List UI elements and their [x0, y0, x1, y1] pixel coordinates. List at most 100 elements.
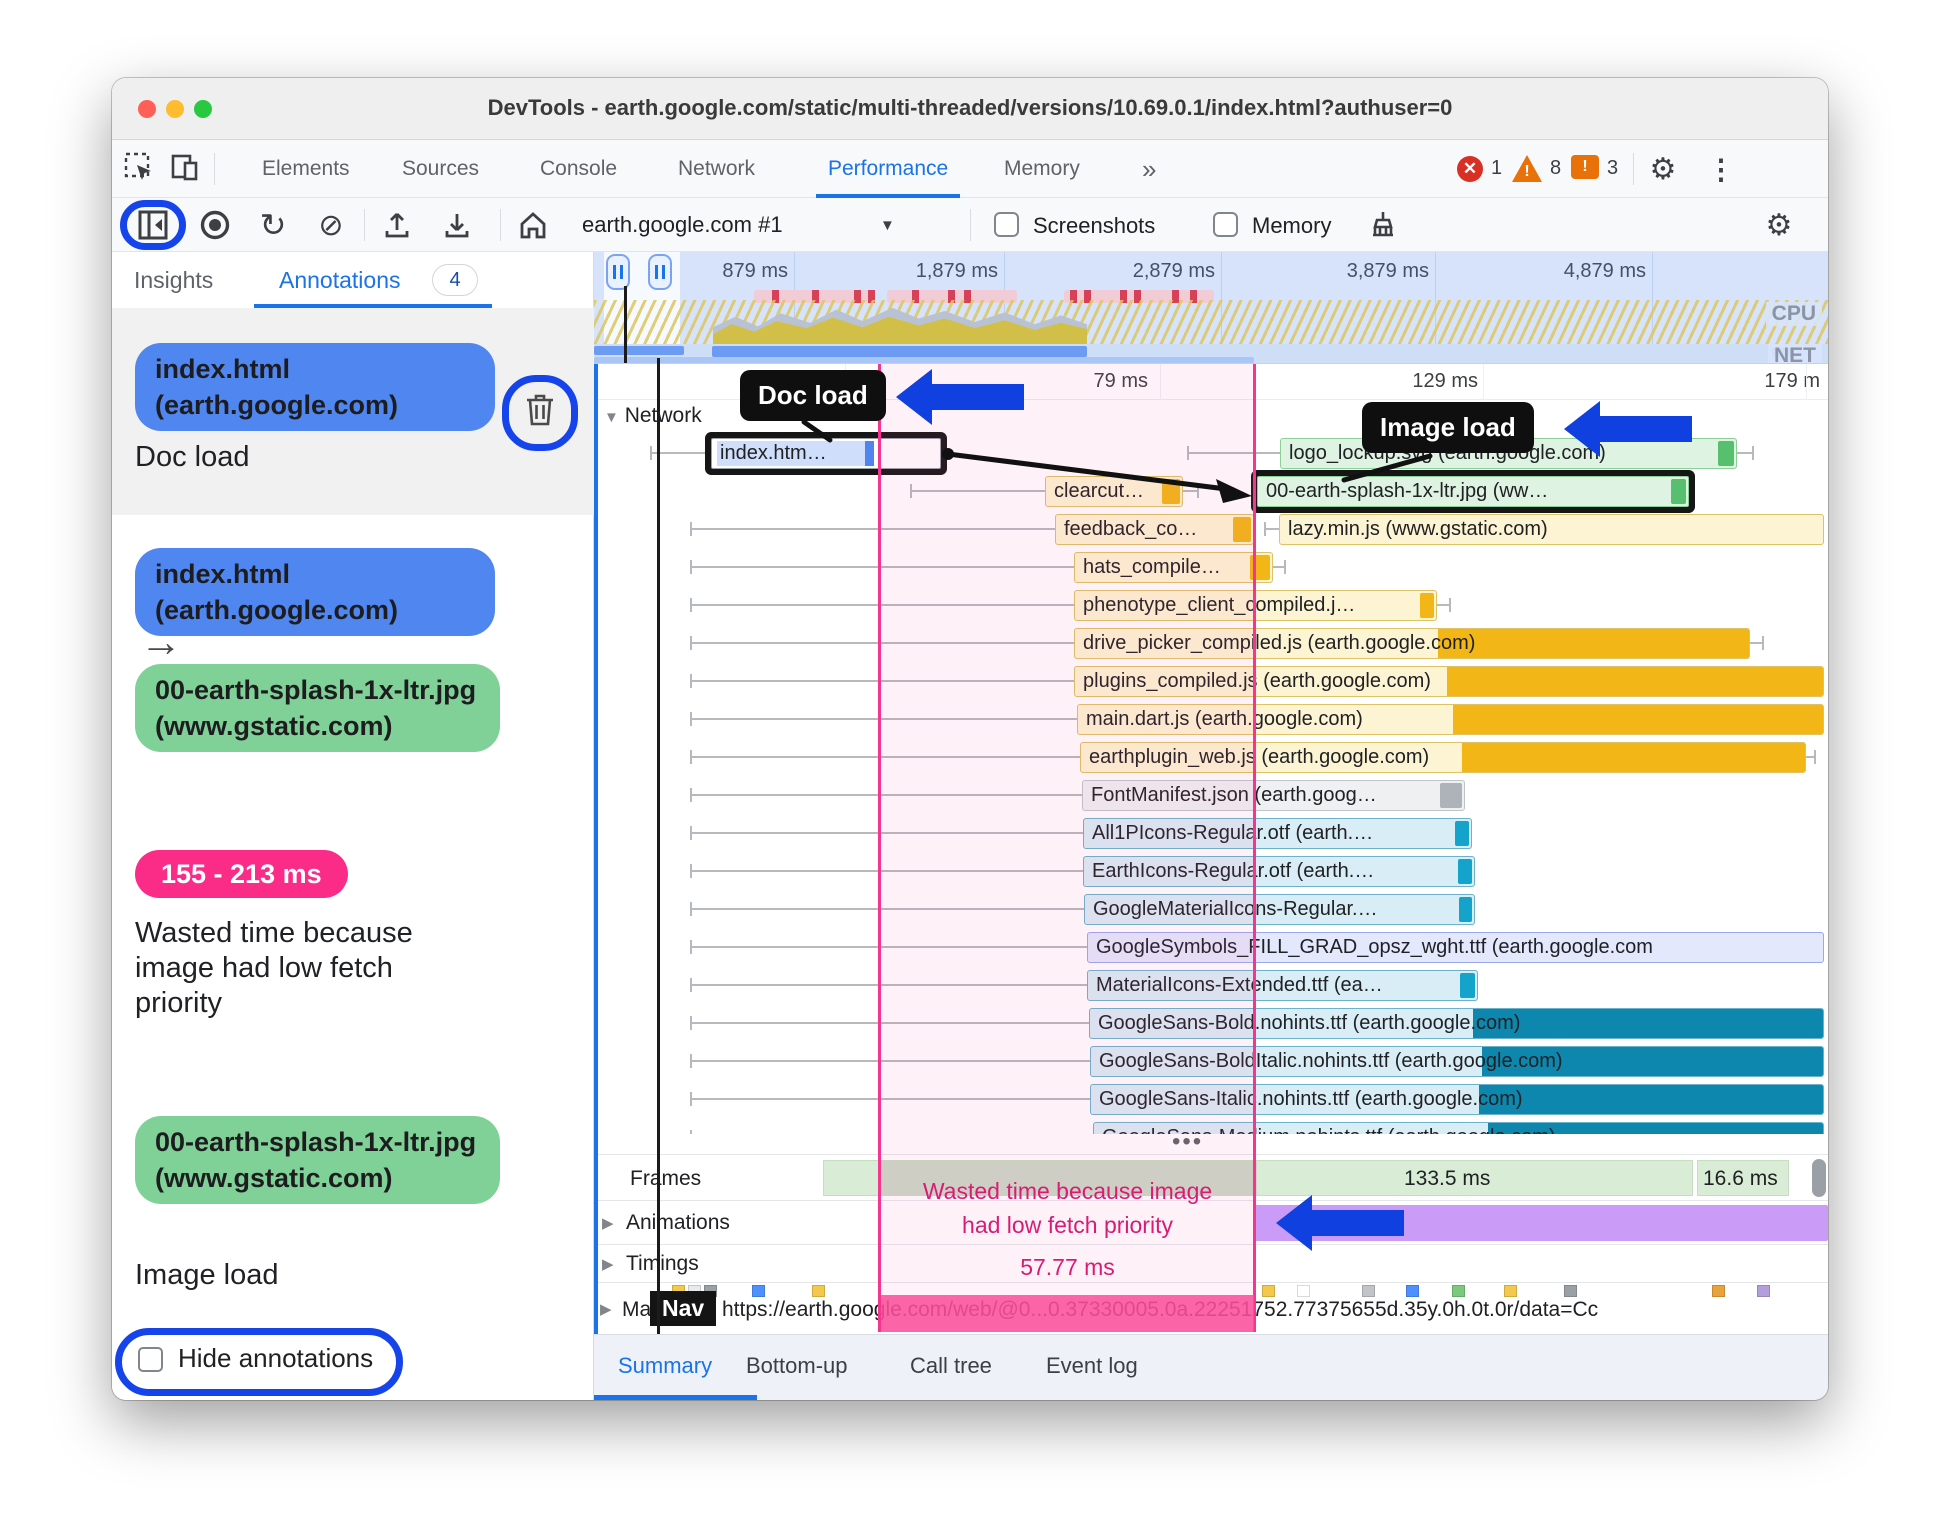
bottom-tab-event-log[interactable]: Event log [1046, 1335, 1138, 1397]
annotation-pill-index-html[interactable]: index.html (earth.google.com) [135, 343, 495, 431]
request-whisker-tick [1752, 446, 1754, 460]
wasted-time-region [881, 364, 1254, 1295]
window-title: DevTools - earth.google.com/static/multi… [487, 95, 1453, 120]
minimap-tick-label: 5,8 [1708, 260, 1828, 283]
image-load-callout: Image load [1362, 402, 1534, 453]
bottom-tab-bottom-up[interactable]: Bottom-up [746, 1335, 848, 1397]
warning-badge-icon[interactable]: ! [1512, 155, 1542, 182]
divider [214, 153, 215, 185]
tab-annotations[interactable]: Annotations [279, 252, 400, 308]
minimap-left-handle[interactable] [606, 254, 630, 290]
error-badge-icon[interactable]: ✕ [1457, 156, 1483, 182]
annotation-pill-time-range[interactable]: 155 - 213 ms [135, 850, 348, 898]
highlight-ring-hide-annotations [115, 1328, 403, 1396]
timeline-tick-label: 129 ms [1412, 370, 1478, 392]
frames-scrollbar[interactable] [1812, 1159, 1826, 1197]
settings-gear-icon[interactable]: ⚙ [1644, 150, 1682, 188]
garbage-collect-icon[interactable] [1364, 206, 1402, 244]
annotation-label-doc-load[interactable]: Doc load [135, 440, 249, 475]
tab-elements[interactable]: Elements [262, 140, 350, 198]
minimap-net-bar [594, 357, 1254, 363]
tab-console[interactable]: Console [540, 140, 617, 198]
doc-cap [865, 441, 874, 466]
request-whisker-tick [1449, 598, 1451, 612]
timings-label: Timings [626, 1252, 699, 1275]
annotation-pill-link-to[interactable]: 00-earth-splash-1x-ltr.jpg (www.gstatic.… [135, 664, 500, 752]
link-arrow-icon: → [140, 618, 182, 665]
request-whisker-tick [1762, 636, 1764, 650]
download-phase [1462, 743, 1805, 772]
screenshot-marker-chip [1406, 1285, 1419, 1297]
request-whisker-tick [690, 560, 692, 574]
request-whisker-tick [690, 674, 692, 688]
devtools-tab-bar: Elements Sources Console Network Performance… [112, 140, 1828, 198]
download-cap [1459, 897, 1472, 922]
network-request-bar[interactable]: lazy.min.js (www.gstatic.com) [1279, 514, 1824, 545]
capture-settings-gear-icon[interactable]: ⚙ [1760, 206, 1798, 244]
annotations-count-badge: 4 [432, 264, 478, 296]
tab-sources[interactable]: Sources [402, 140, 479, 198]
home-icon[interactable] [514, 206, 552, 244]
minimap-cpu-chart [713, 300, 1087, 344]
bottom-tab-call-tree[interactable]: Call tree [910, 1335, 992, 1397]
record-icon[interactable] [196, 206, 234, 244]
devtools-window: DevTools - earth.google.com/static/multi… [112, 78, 1828, 1400]
more-tabs-icon[interactable]: » [1142, 140, 1156, 198]
screenshot-marker-chip [1452, 1285, 1465, 1297]
wasted-time-text-1: Wasted time because image [922, 1178, 1213, 1204]
kebab-menu-icon[interactable]: ⋮ [1702, 150, 1740, 188]
download-phase [1479, 1085, 1823, 1114]
request-whisker-tick [690, 788, 692, 802]
minimap-right-handle[interactable] [648, 254, 672, 290]
divider [1633, 153, 1634, 185]
bottom-tab-summary[interactable]: Summary [618, 1335, 712, 1397]
memory-checkbox[interactable] [1213, 212, 1238, 237]
network-track-header[interactable]: ▼ Network [604, 404, 702, 428]
network-request-bar[interactable]: 00-earth-splash-1x-ltr.jpg (ww… [1257, 476, 1689, 507]
navigation-start-marker [657, 358, 660, 1334]
annotation-label-image-load[interactable]: Image load [135, 1258, 279, 1293]
inspect-element-icon[interactable] [120, 148, 158, 186]
request-label: 00-earth-splash-1x-ltr.jpg (ww… [1266, 480, 1549, 502]
device-toolbar-icon[interactable] [166, 148, 204, 186]
annotation-pill-link-from[interactable]: index.html (earth.google.com) [135, 548, 495, 636]
request-whisker-tick [690, 978, 692, 992]
request-whisker [1273, 566, 1284, 568]
download-profile-icon[interactable] [438, 206, 476, 244]
collapse-triangle-icon[interactable]: ▼ [604, 409, 619, 426]
expand-triangle-icon[interactable]: ▶ [602, 1214, 614, 1232]
network-track-label: Network [624, 404, 702, 427]
expand-triangle-icon[interactable]: ▶ [600, 1300, 612, 1318]
clear-icon[interactable]: ⊘ [312, 206, 350, 244]
divider [364, 209, 365, 241]
issues-badge-icon[interactable]: ! [1571, 155, 1599, 179]
annotation-pill-splash-image[interactable]: 00-earth-splash-1x-ltr.jpg (www.gstatic.… [135, 1116, 500, 1204]
tab-performance[interactable]: Performance [815, 140, 961, 198]
request-whisker-tick [690, 636, 692, 650]
download-phase [1473, 1009, 1823, 1038]
screenshot-marker-chip [1564, 1285, 1577, 1297]
tab-memory[interactable]: Memory [1004, 140, 1080, 198]
history-target-select[interactable]: earth.google.com #1 [582, 212, 783, 238]
minimap-net-label: NET [1768, 344, 1822, 363]
animation-bar[interactable] [1254, 1205, 1828, 1241]
request-whisker-tick [690, 940, 692, 954]
upload-profile-icon[interactable] [378, 206, 416, 244]
screenshot-marker-chip [812, 1285, 825, 1297]
timeline-minimap[interactable]: 879 ms1,879 ms2,879 ms3,879 ms4,879 ms5,… [594, 252, 1828, 364]
request-label: index.htm… [720, 442, 827, 464]
request-whisker-tick [690, 826, 692, 840]
request-whisker [1806, 756, 1814, 758]
annotation-label-wasted-time[interactable]: Wasted time because image had low fetch … [135, 916, 485, 1021]
doc-load-callout: Doc load [740, 370, 886, 421]
tab-network[interactable]: Network [678, 140, 755, 198]
screenshot-marker-chip [1757, 1285, 1770, 1297]
request-whisker-tick [690, 864, 692, 878]
expand-triangle-icon[interactable]: ▶ [602, 1255, 614, 1273]
tab-insights[interactable]: Insights [134, 252, 213, 308]
screenshots-checkbox[interactable] [994, 212, 1019, 237]
request-whisker [1737, 452, 1752, 454]
reload-record-icon[interactable]: ↻ [254, 206, 292, 244]
chevron-down-icon[interactable]: ▼ [880, 217, 895, 234]
minimap-tick-label: 1,879 ms [915, 260, 998, 282]
